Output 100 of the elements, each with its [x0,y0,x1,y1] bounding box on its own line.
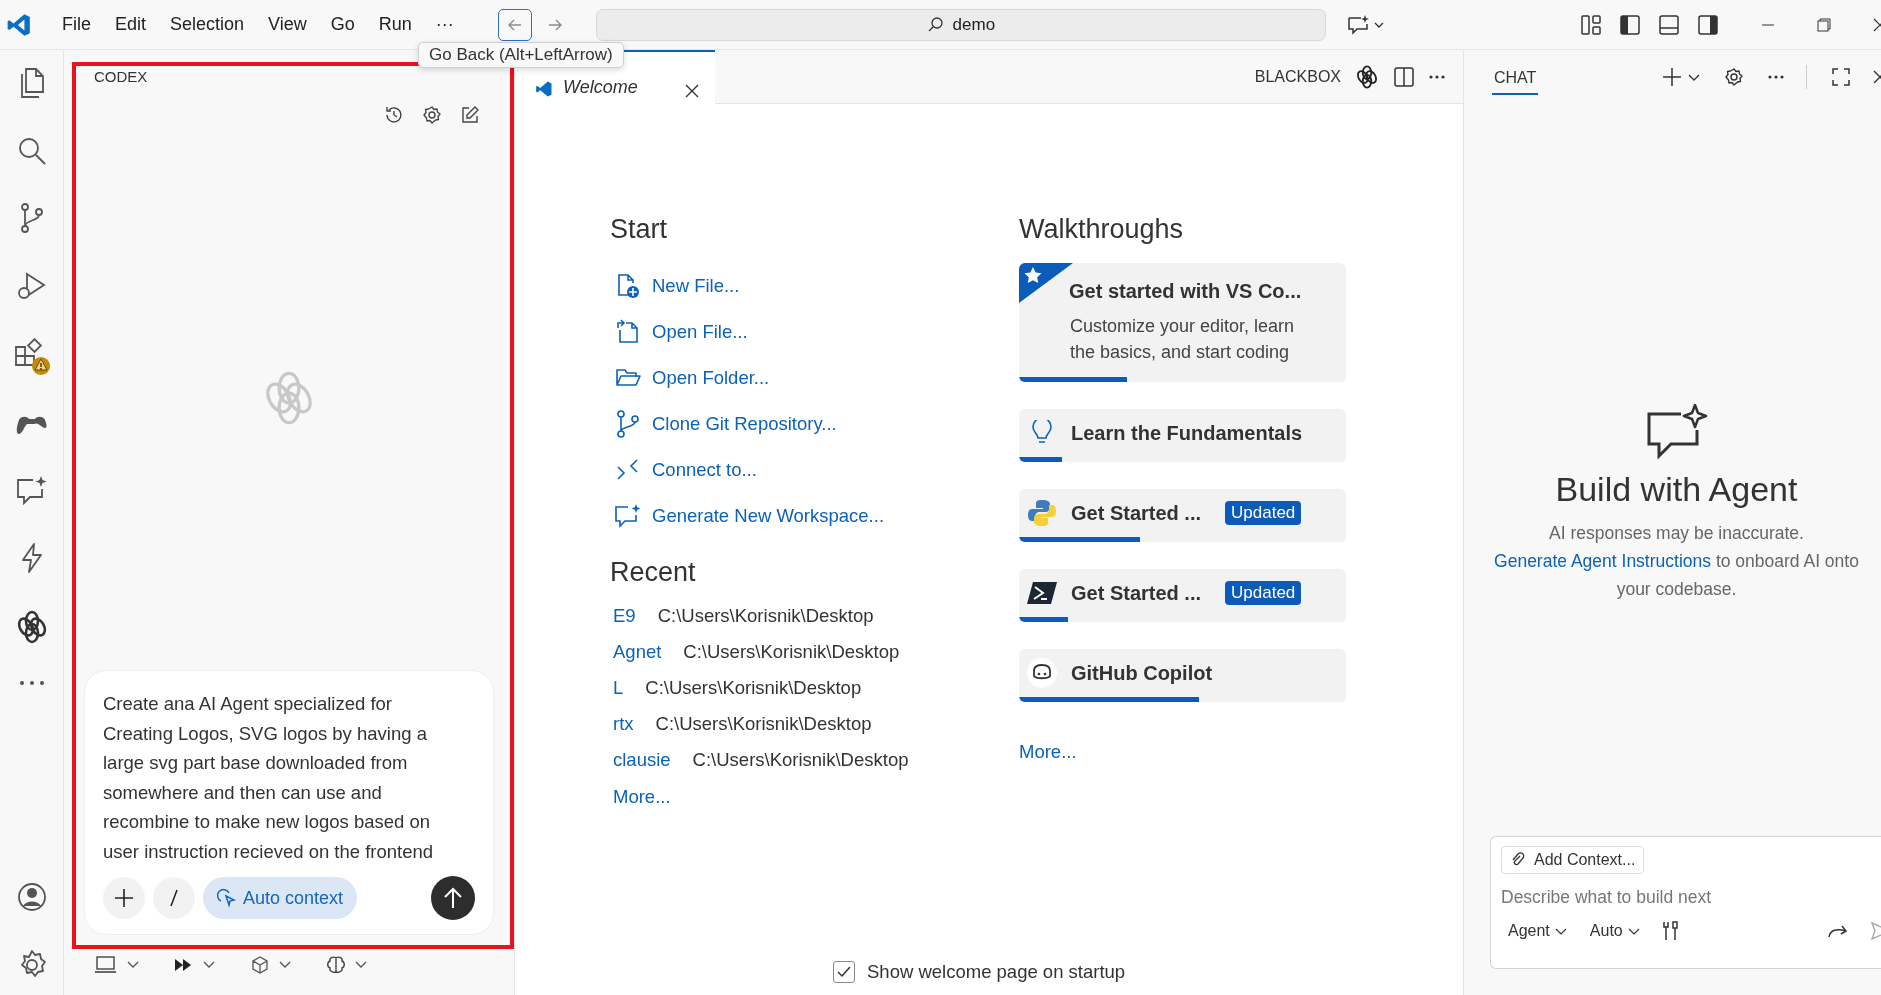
folder-path: C:\Users\Korisnik\Desktop [683,641,900,663]
menu-item[interactable]: Edit [103,14,159,35]
folder-path: C:\Users\Korisnik\Desktop [657,605,874,627]
start-link[interactable]: Clone Git Repository... [652,413,837,435]
model-dropdown[interactable]: Auto [1589,922,1623,940]
chat-input-box[interactable]: Add Context... Describe what to build next Agent Auto [1490,836,1881,969]
settings-icon[interactable] [422,105,442,125]
brain-icon[interactable] [326,955,346,975]
tooltip: Go Back (Alt+LeftArrow) [418,42,624,68]
panel-toggle-icon[interactable] [1658,13,1680,36]
recent-folder-link[interactable]: Agnet [613,641,662,663]
updated-badge: Updated [1225,581,1302,605]
search-icon [926,15,945,34]
terminal-prompt-icon [1027,581,1057,605]
add-button[interactable] [103,877,145,919]
cube-icon[interactable] [250,955,270,975]
start-link[interactable]: Open Folder... [652,367,770,389]
edit-icon[interactable] [460,105,480,125]
search-field[interactable]: demo [595,8,1326,41]
walkthrough-card[interactable]: Get Started ... Updated [1019,489,1346,542]
paperclip-icon [1510,852,1526,868]
checkbox-label: Show welcome page on startup [867,961,1126,983]
up-arrow-icon [442,886,464,910]
menu-item[interactable]: View [256,14,319,35]
start-link[interactable]: Open File... [652,321,748,343]
caret-icon[interactable] [126,960,140,970]
menu-item[interactable]: File [50,14,103,35]
source-control-icon [614,410,642,438]
plus-icon [113,887,135,909]
search-text: demo [952,14,996,35]
walkthrough-title: Get started with VS Co... [1069,279,1302,303]
add-context-button[interactable]: Add Context... [1501,846,1645,874]
disclaimer-text: AI responses may be inaccurate. [1548,522,1805,545]
walkthrough-card[interactable]: Get started with VS Co... Customize your editor, learn the basics, and start coding [1019,263,1346,382]
walkthrough-card[interactable]: GitHub Copilot [1019,649,1346,702]
plus-icon[interactable] [1662,67,1682,87]
start-link[interactable]: Generate New Workspace... [652,505,885,527]
send-button[interactable] [431,876,475,920]
folder-path: C:\Users\Korisnik\Desktop [645,677,862,699]
recent-folder-link[interactable]: rtx [613,713,634,735]
section-heading: Walkthroughs [1019,214,1185,245]
settings-icon[interactable] [1724,67,1744,87]
start-link[interactable]: New File... [652,275,740,297]
start-link[interactable]: Connect to... [652,459,757,481]
checkbox[interactable] [833,961,855,983]
run-debug-icon[interactable] [15,270,48,302]
auto-context-button[interactable]: Auto context [203,877,358,919]
walkthrough-title: Learn the Fundamentals [1071,421,1303,445]
knot-logo-icon[interactable] [1355,64,1379,89]
history-icon[interactable] [384,105,404,125]
panel-title: CODEX [94,68,148,85]
more-link[interactable]: More... [613,786,671,808]
chat-sparkle-icon[interactable] [14,474,49,506]
walkthrough-title: Get Started ... [1071,501,1202,525]
sidebar-toggle-icon[interactable] [1619,13,1641,36]
back-button[interactable] [497,8,532,41]
menu-item[interactable]: Go [318,14,367,35]
updated-badge: Updated [1225,501,1302,525]
account-icon[interactable] [15,881,48,913]
caret-icon[interactable] [202,960,216,970]
restore-icon[interactable] [1817,17,1831,32]
onboarding-text: Generate Agent Instructions to onboard AI onto your codebase. [1493,550,1860,601]
caret-icon[interactable] [278,960,292,970]
search-icon[interactable] [16,136,47,166]
mode-dropdown[interactable]: Agent [1508,922,1550,940]
caret-icon[interactable] [1627,926,1640,936]
menu-item[interactable]: ··· [423,14,466,35]
more-icon[interactable] [18,680,45,686]
tools-icon[interactable] [1660,920,1681,942]
recent-folder-link[interactable]: clausie [613,749,671,771]
agent-instructions-link[interactable]: Generate Agent Instructions [1494,551,1711,571]
laptop-icon[interactable] [94,955,118,975]
recent-folder-link[interactable]: L [613,677,624,699]
extensions-icon[interactable] [12,338,51,376]
walkthrough-card[interactable]: Learn the Fundamentals [1019,409,1346,462]
more-icon[interactable] [1429,74,1445,79]
chat-sparkle-icon [614,503,642,529]
secondary-sidebar-icon[interactable] [1697,13,1719,36]
caret-icon[interactable] [354,960,368,970]
folder-path: C:\Users\Korisnik\Desktop [692,749,909,771]
layout-icon[interactable] [1580,13,1602,36]
maximize-icon[interactable] [1831,67,1851,87]
prompt-box[interactable] [84,670,494,935]
close-icon[interactable] [1873,69,1881,85]
split-editor-icon[interactable] [1393,65,1415,88]
close-icon[interactable] [685,83,699,98]
more-icon[interactable] [1768,75,1784,79]
walkthrough-card[interactable]: Get Started ... Updated [1019,569,1346,622]
walkthrough-title: GitHub Copilot [1071,661,1213,685]
section-heading: Recent [610,557,697,588]
caret-icon[interactable] [1688,72,1700,82]
chat-heading: Build with Agent [1555,470,1798,509]
redo-arrow-icon[interactable] [1827,923,1849,939]
panel-tab[interactable]: CHAT [1492,63,1539,95]
menu-item[interactable]: Selection [158,14,257,35]
more-link[interactable]: More... [1019,741,1077,763]
caret-icon[interactable] [1554,926,1567,936]
recent-folder-link[interactable]: E9 [613,605,636,627]
menu-item[interactable]: Run [366,14,424,35]
close-icon[interactable] [1873,17,1881,32]
